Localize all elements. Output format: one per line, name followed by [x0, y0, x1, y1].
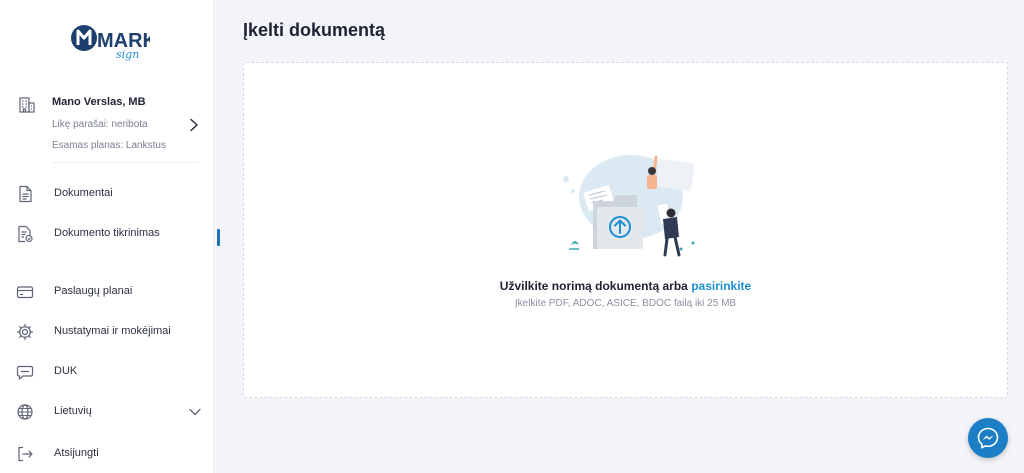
drop-text: Užvilkite norimą dokumentą arba: [499, 279, 688, 293]
gear-icon: [16, 323, 34, 341]
sidebar-item-verification[interactable]: Dokumento tikrinimas: [16, 222, 206, 246]
sidebar-item-settings[interactable]: Nustatymai ir mokėjimai: [16, 320, 206, 344]
drop-instructions: Užvilkite norimą dokumentą arba pasirink…: [244, 279, 1007, 293]
upload-dropzone[interactable]: Užvilkite norimą dokumentą arba pasirink…: [243, 62, 1008, 398]
document-icon: [19, 185, 32, 203]
sidebar-item-documents[interactable]: Dokumentai: [16, 182, 206, 206]
sidebar-item-label: Atsijungti: [54, 447, 99, 459]
globe-icon: [17, 404, 33, 420]
sidebar-item-label: Dokumentai: [54, 187, 113, 199]
sidebar-item-plans[interactable]: Paslaugų planai: [16, 280, 206, 304]
select-file-link[interactable]: pasirinkite: [691, 279, 751, 293]
sidebar-item-logout[interactable]: Atsijungti: [16, 442, 206, 466]
active-nav-indicator: [217, 229, 220, 246]
sidebar: MARK sign Mano Verslas, MB Likę parašai:…: [0, 0, 214, 473]
page-title: Įkelti dokumentą: [243, 20, 386, 40]
marksign-logo[interactable]: MARK sign: [70, 20, 150, 64]
document-check-icon: [18, 225, 33, 243]
sidebar-item-label: Lietuvių: [54, 405, 92, 417]
messenger-chat-button[interactable]: [968, 418, 1008, 458]
sidebar-item-faq[interactable]: DUK: [16, 360, 206, 384]
file-format-hint: Įkelkite PDF, ADOC, ASICE, BDOC failą ik…: [514, 298, 737, 309]
sidebar-item-label: Dokumento tikrinimas: [54, 227, 160, 239]
account-name: Mano Verslas, MB: [52, 96, 146, 108]
chevron-down-icon: [189, 408, 201, 416]
logo-script: sign: [116, 48, 139, 61]
signatures-left: Likę parašai: neribota: [52, 119, 148, 130]
upload-illustration: [563, 155, 695, 257]
sidebar-item-label: Nustatymai ir mokėjimai: [54, 325, 171, 337]
sidebar-item-label: Paslaugų planai: [54, 285, 133, 297]
sidebar-item-label: DUK: [54, 365, 78, 377]
logout-icon: [18, 446, 33, 462]
sidebar-item-language[interactable]: Lietuvių: [16, 400, 206, 424]
chevron-right-icon[interactable]: [188, 118, 200, 132]
chat-icon: [16, 365, 34, 380]
account-divider: [52, 162, 198, 163]
messenger-icon: [977, 427, 999, 449]
credit-card-icon: [16, 286, 34, 299]
current-plan: Esamas planas: Lankstus: [52, 140, 166, 151]
building-icon: [19, 97, 35, 113]
